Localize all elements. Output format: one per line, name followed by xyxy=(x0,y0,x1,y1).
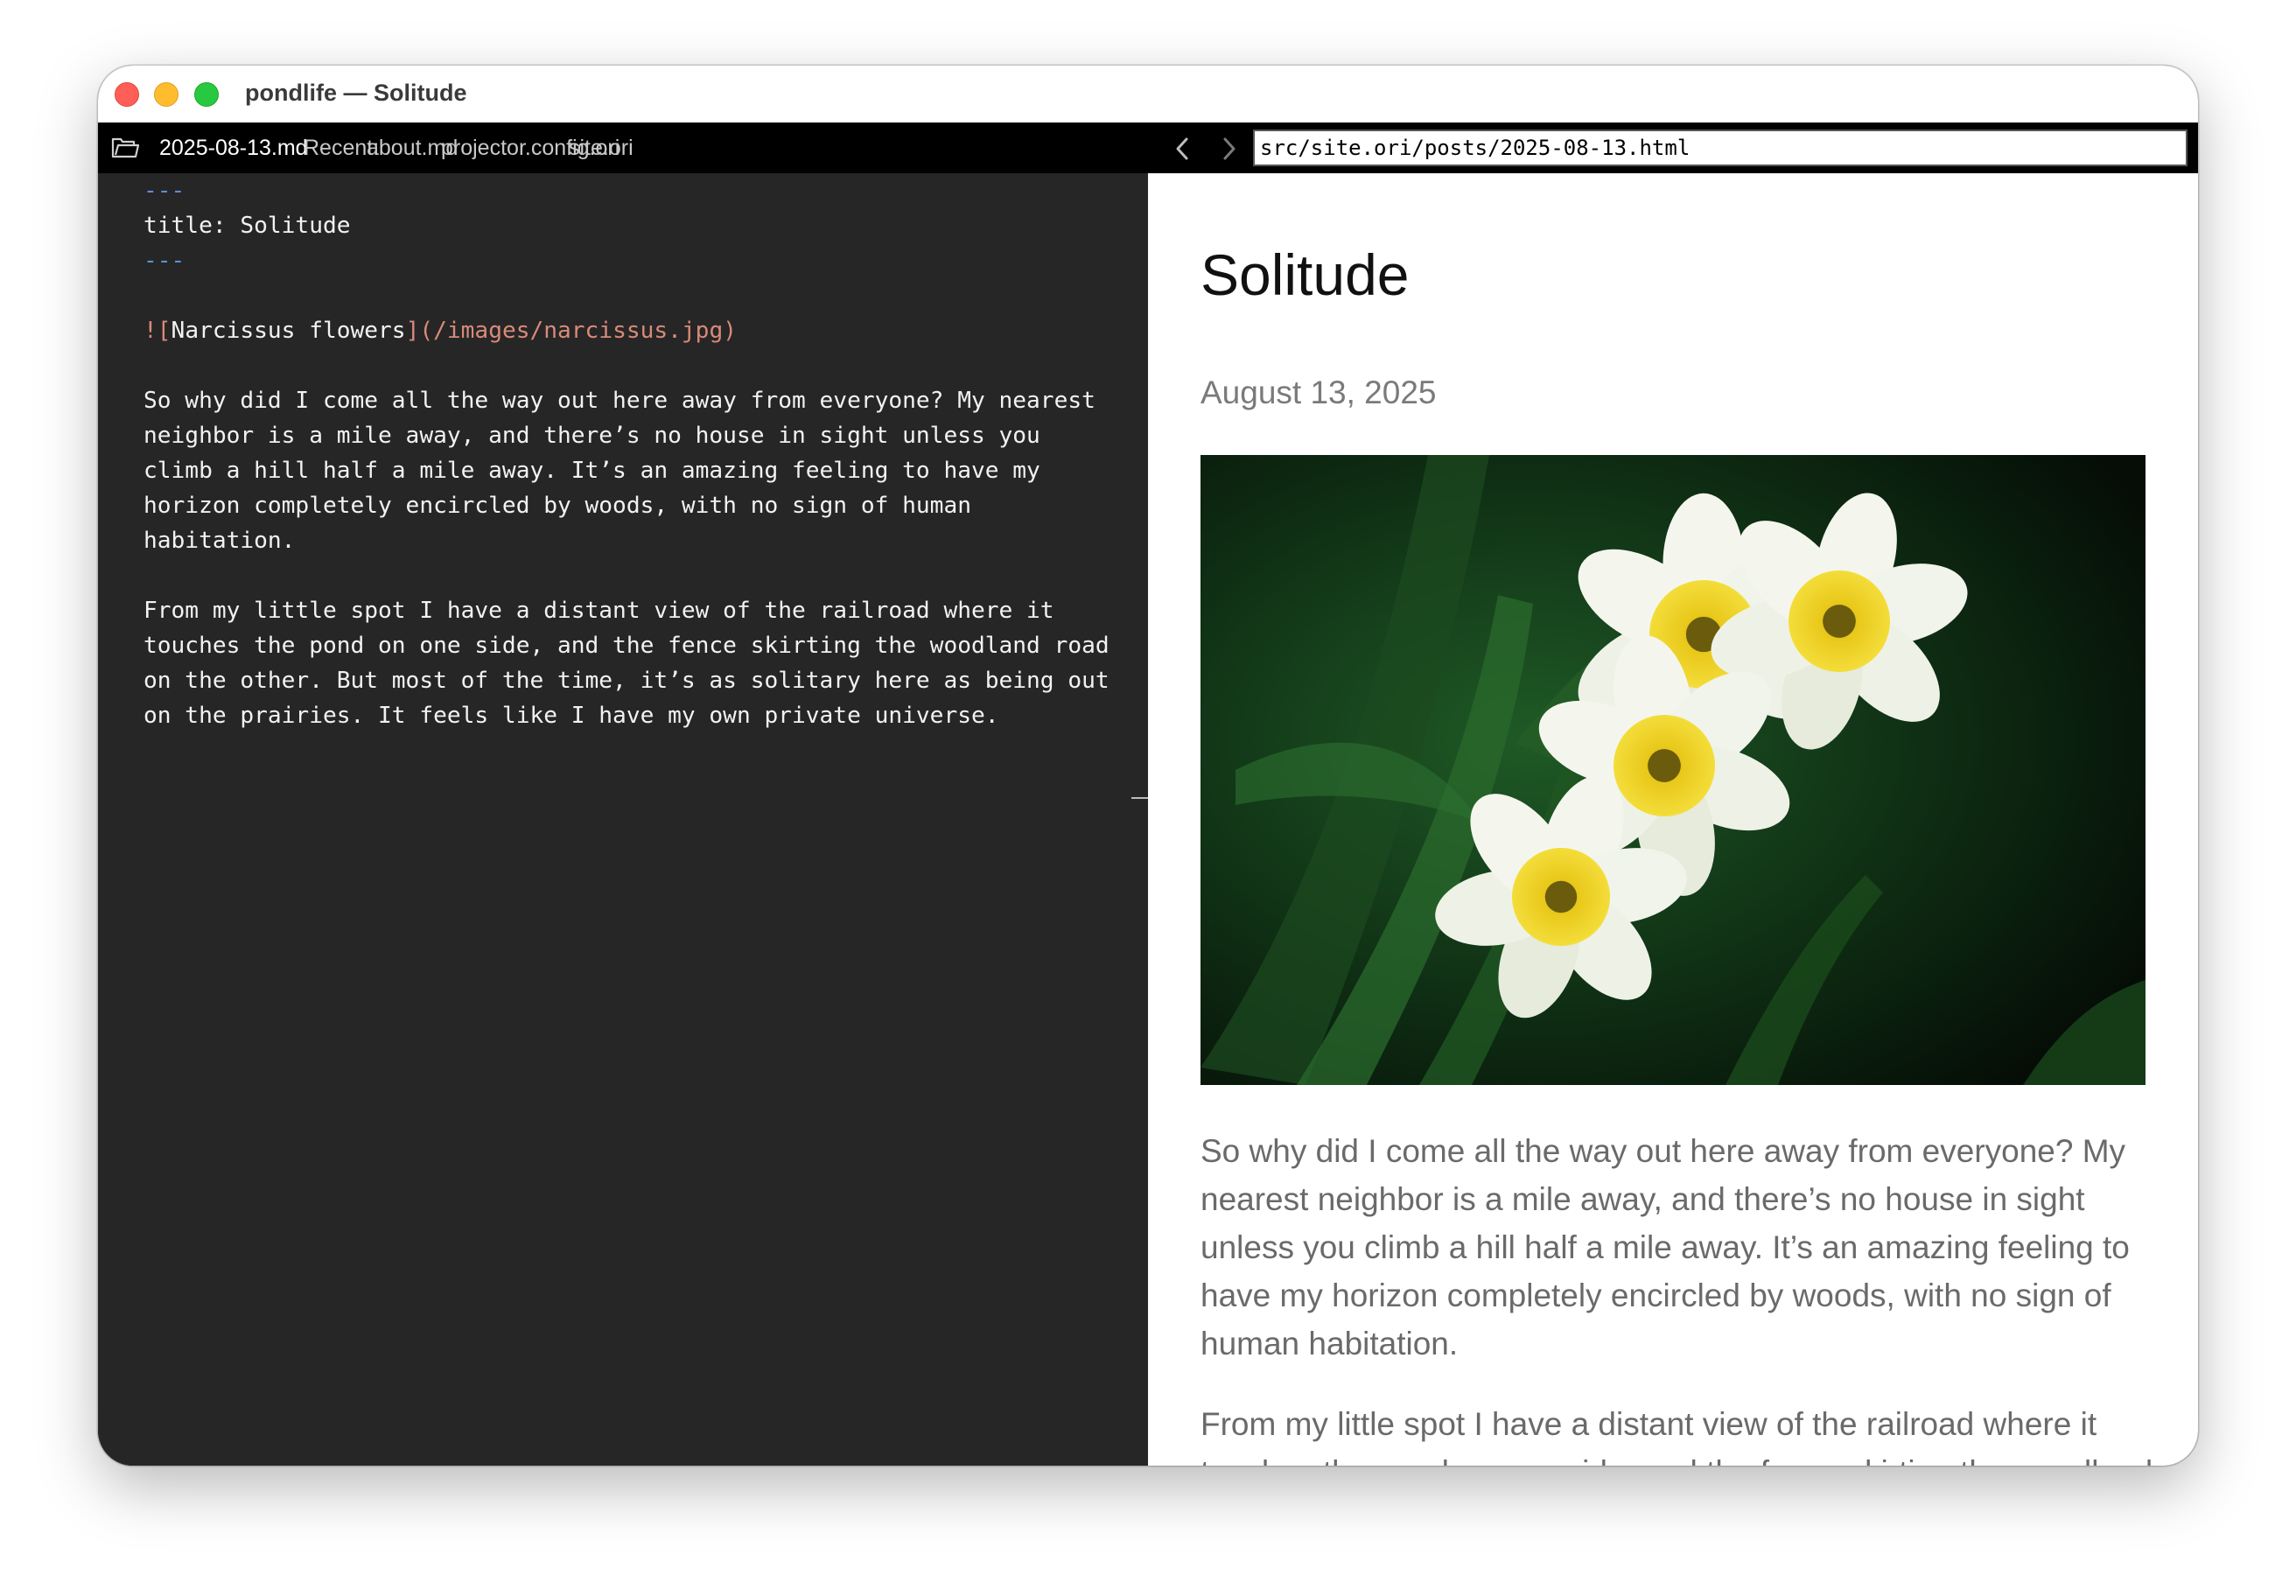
p2-line-3: on the other. But most of the time, it’s… xyxy=(144,668,1110,694)
forward-chevron-icon[interactable] xyxy=(1213,133,1244,164)
p2-line-1: From my little spot I have a distant vie… xyxy=(144,598,1054,624)
md-image-bracket: ] xyxy=(405,318,420,344)
minimize-window-button[interactable] xyxy=(154,82,178,107)
folder-open-icon[interactable] xyxy=(110,136,140,160)
md-image-alt: Narcissus flowers xyxy=(171,318,406,344)
p1-line-3: climb a hill half a mile away. It’s an a… xyxy=(144,458,1040,484)
toolbar: 2025-08-13.md Recent: about.md projector… xyxy=(98,122,2198,173)
current-file-name[interactable]: 2025-08-13.md xyxy=(159,136,308,161)
url-input[interactable] xyxy=(1253,130,2188,166)
title-bar[interactable]: pondlife — Solitude xyxy=(98,66,2198,122)
recent-file-site[interactable]: site.ori xyxy=(569,136,634,161)
md-image-bang: ![ xyxy=(144,318,172,344)
post-title: Solitude xyxy=(1200,242,1410,307)
p1-line-1: So why did I come all the way out here a… xyxy=(144,388,1096,414)
window-title: pondlife — Solitude xyxy=(245,80,467,106)
post-body: So why did I come all the way out here a… xyxy=(1200,1127,2154,1466)
zoom-window-button[interactable] xyxy=(194,82,219,107)
close-window-button[interactable] xyxy=(115,82,139,107)
narcissus-flowers-image xyxy=(1200,455,2146,1085)
post-date: August 13, 2025 xyxy=(1200,374,1437,410)
post-paragraph-2: From my little spot I have a distant vie… xyxy=(1200,1406,2152,1466)
p1-line-2: neighbor is a mile away, and there’s no … xyxy=(144,423,1040,449)
back-chevron-icon[interactable] xyxy=(1167,133,1199,164)
p1-line-4: horizon completely encircled by woods, w… xyxy=(144,493,971,519)
app-window: pondlife — Solitude 2025-08-13.md Recent… xyxy=(98,66,2198,1466)
markdown-editor[interactable]: --- title: Solitude --- ![Narcissus flow… xyxy=(98,173,1148,1466)
p2-line-4: on the prairies. It feels like I have my… xyxy=(144,703,999,729)
p2-line-2: touches the pond on one side, and the fe… xyxy=(144,633,1110,659)
frontmatter-open-marker: --- xyxy=(144,178,186,204)
html-preview[interactable]: Solitude August 13, 2025 So why did I co… xyxy=(1148,173,2198,1466)
split-resize-handle[interactable] xyxy=(1131,797,1148,799)
frontmatter-title-line: title: Solitude xyxy=(144,213,351,239)
md-image-url: (/images/narcissus.jpg) xyxy=(419,318,737,344)
editor-text[interactable]: --- title: Solitude --- ![Narcissus flow… xyxy=(144,173,1110,733)
p1-line-5: habitation. xyxy=(144,528,296,554)
frontmatter-close-marker: --- xyxy=(144,248,186,274)
post-paragraph-1: So why did I come all the way out here a… xyxy=(1200,1133,2130,1362)
